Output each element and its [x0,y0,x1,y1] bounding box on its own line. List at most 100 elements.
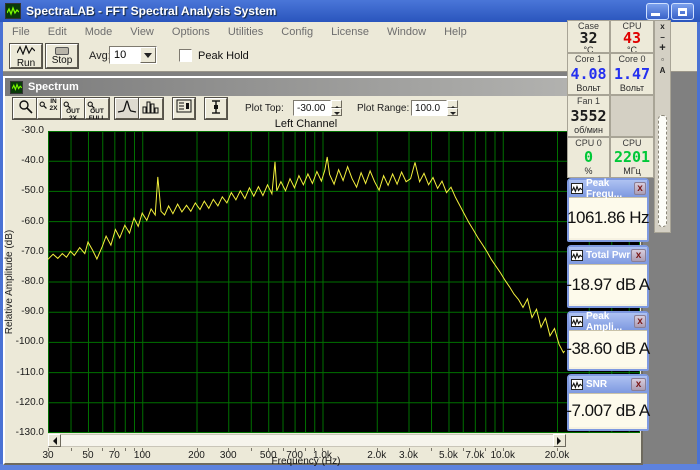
y-tick-label: -80.0 [4,276,44,287]
x-tick-label: 100 [134,450,151,461]
scroll-right-button[interactable] [553,434,566,447]
plot-top-spinner[interactable] [331,100,342,116]
y-tick-label: -70.0 [4,246,44,257]
y-tick-label: -50.0 [4,185,44,196]
bar-plot-mode-button[interactable] [139,98,163,119]
title-bar[interactable]: SpectraLAB - FFT Spectral Analysis Syste… [0,0,700,22]
menu-mode[interactable]: Mode [76,24,122,40]
close-icon[interactable]: x [634,315,646,328]
options-dialog-icon [176,99,192,113]
x-tick-label: 200 [188,450,205,461]
stop-button[interactable]: Stop [46,44,78,68]
widget-title: Total Pwr [586,250,630,261]
hw-slider[interactable] [658,115,667,227]
minimize-button[interactable] [646,3,669,20]
y-tick-label: -110.0 [4,367,44,378]
menu-file[interactable]: File [3,24,39,40]
zoom-select-button[interactable] [13,98,37,119]
menu-options[interactable]: Options [163,24,219,40]
horizontal-scrollbar[interactable] [48,434,566,447]
menu-view[interactable]: View [121,24,163,40]
hardware-monitor-panel: Case 32 °C CPU 43 °C Core 1 4.08 Вольт C… [567,20,654,178]
close-icon[interactable]: x [631,378,646,391]
maximize-button[interactable] [671,3,694,20]
spin-up-icon[interactable] [331,100,342,108]
x-tick-mark [125,448,126,451]
x-tick-mark [71,448,72,451]
menu-license[interactable]: License [322,24,378,40]
snr-widget: SNR x -7.007 dB A [567,374,649,431]
peak-hold-checkbox[interactable] [179,49,192,62]
peak-curve-icon [117,99,137,114]
spectrum-title-bar[interactable]: Spectrum [5,78,641,96]
widget-title-bar[interactable]: SNR x [569,376,647,393]
snr-value: -7.007 dB A [566,401,649,421]
waveform-icon [571,379,583,390]
hw-move-icon[interactable]: + [655,43,670,54]
plot-range-spinner[interactable] [447,100,458,116]
display-options-button[interactable] [173,98,195,119]
y-tick-label: -100.0 [4,336,44,347]
spectrum-icon [10,81,23,94]
spin-down-icon[interactable] [447,108,458,116]
y-tick-label: -60.0 [4,216,44,227]
zoom-out-2x-button[interactable]: OUT 2X [61,98,85,119]
plot-top-input[interactable]: -30.00 [293,100,331,116]
plot-range-input[interactable]: 100.0 [411,100,447,116]
spectrum-title: Spectrum [28,81,79,93]
x-tick-label: 70 [109,450,120,461]
waveform-icon [571,316,583,327]
widget-title-bar[interactable]: Peak Ampli... x [569,313,647,330]
menu-window[interactable]: Window [378,24,435,40]
zoom-out-full-button[interactable]: OUT FULL [85,98,109,119]
scroll-left-button[interactable] [48,434,61,447]
menu-help[interactable]: Help [435,24,476,40]
total-power-widget: Total Pwr x -18.97 dB A [567,245,649,308]
hw-panel-toolbar: x − + ▫ A [654,20,671,233]
hw-a-icon[interactable]: A [655,65,670,76]
menu-utilities[interactable]: Utilities [219,24,272,40]
widget-title: Peak Frequ... [586,178,634,200]
combo-dropdown-button[interactable] [140,47,156,63]
widget-title-bar[interactable]: Peak Frequ... x [569,180,647,197]
hw-cell-cpu-frequency: CPU 2201 МГц [610,137,654,178]
widget-value-panel: -38.60 dB A [569,330,647,367]
hw-close-button[interactable]: x [655,21,670,32]
peak-amplitude-value: -38.60 dB A [566,339,649,359]
y-tick-label: -40.0 [4,155,44,166]
marker-cursor-icon [209,99,223,115]
widget-value-panel: -18.97 dB A [569,264,647,304]
close-icon[interactable]: x [634,182,646,195]
avg-value: 10 [114,49,126,61]
avg-label: Avg: [89,50,111,62]
widget-title-bar[interactable]: Total Pwr x [569,247,647,264]
widget-value-panel: 1061.86 Hz [569,197,647,238]
close-icon[interactable]: x [631,249,646,262]
run-label: Run [11,58,41,69]
x-tick-mark [283,448,284,451]
y-tick-label: -130.0 [4,427,44,438]
x-tick-mark [485,448,486,451]
x-tick-mark [463,448,464,451]
arrow-left-icon [49,437,57,445]
avg-combobox[interactable]: 10 [109,46,157,64]
hw-cell-case-temp: Case 32 °C [567,20,610,53]
menu-edit[interactable]: Edit [39,24,76,40]
run-button[interactable]: Run [10,44,42,68]
plot-area[interactable] [48,131,640,433]
spin-down-icon[interactable] [331,108,342,116]
peak-frequency-widget: Peak Frequ... x 1061.86 Hz [567,178,649,242]
line-plot-mode-button[interactable] [115,98,139,119]
x-tick-mark [431,448,432,451]
hw-box-icon[interactable]: ▫ [655,54,670,65]
zoom-in-2x-button[interactable]: IN 2X [37,98,61,119]
marker-button[interactable] [205,98,227,119]
x-axis-label: Frequency (Hz) [246,456,366,467]
y-tick-label: -120.0 [4,397,44,408]
arrow-right-icon [557,437,565,445]
hw-cell-cpu-temp: CPU 43 °C [610,20,654,53]
spin-up-icon[interactable] [447,100,458,108]
menu-config[interactable]: Config [272,24,322,40]
x-tick-mark [251,448,252,451]
stop-icon [55,47,69,55]
